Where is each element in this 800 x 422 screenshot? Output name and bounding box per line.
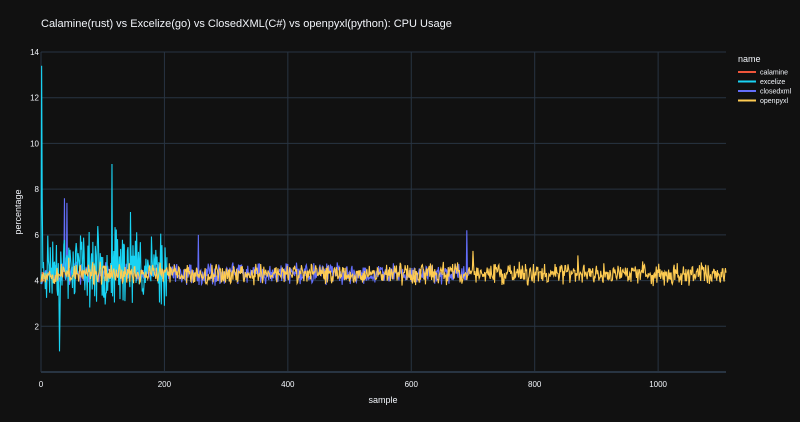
legend-title: name (738, 54, 761, 64)
x-tick-label: 1000 (649, 380, 667, 389)
legend-label-closedxml[interactable]: closedxml (760, 89, 792, 96)
x-tick-label: 0 (39, 380, 44, 389)
x-tick-label: 400 (281, 380, 295, 389)
x-axis-title: sample (368, 395, 397, 405)
y-tick-label: 14 (30, 48, 39, 57)
legend-label-openpyxl[interactable]: openpyxl (760, 98, 788, 105)
x-tick-label: 200 (158, 380, 172, 389)
cpu-usage-chart: Calamine(rust) vs Excelize(go) vs Closed… (0, 0, 800, 422)
y-axis-title: percentage (13, 189, 23, 234)
y-tick-label: 12 (30, 94, 39, 103)
y-tick-label: 10 (30, 139, 39, 148)
legend-label-calamine[interactable]: calamine (760, 70, 788, 77)
x-tick-label: 800 (528, 380, 542, 389)
y-tick-label: 6 (35, 231, 40, 240)
y-tick-label: 2 (35, 322, 40, 331)
y-tick-label: 8 (35, 185, 40, 194)
legend-label-excelize[interactable]: excelize (760, 79, 785, 86)
chart-title: Calamine(rust) vs Excelize(go) vs Closed… (41, 18, 452, 30)
chart-background (0, 0, 800, 422)
y-tick-label: 4 (35, 277, 40, 286)
x-tick-label: 600 (405, 380, 419, 389)
